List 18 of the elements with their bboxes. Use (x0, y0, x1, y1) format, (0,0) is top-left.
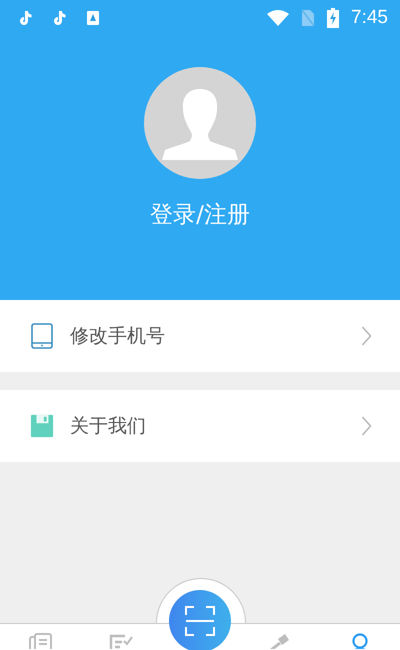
menu-label: 修改手机号 (70, 324, 166, 349)
menu-row[interactable]: 关于我们 (0, 390, 400, 462)
tablet-icon (30, 323, 54, 349)
document-icon[interactable] (27, 633, 53, 649)
clock-time: 7:45 (351, 7, 388, 29)
menu-row[interactable]: 修改手机号 (0, 300, 400, 372)
checklist-icon[interactable] (107, 633, 133, 649)
scan-icon (185, 606, 215, 636)
chevron-right-icon (361, 326, 372, 346)
music-note-icon (52, 10, 66, 26)
no-sim-icon (301, 9, 316, 27)
wifi-icon (267, 10, 290, 26)
menu-label: 关于我们 (70, 414, 147, 439)
chevron-right-icon (361, 416, 372, 436)
music-note-icon (18, 10, 32, 26)
avatar-icon[interactable] (144, 67, 256, 179)
battery-charging-icon (327, 8, 340, 28)
app-icon (86, 10, 100, 26)
